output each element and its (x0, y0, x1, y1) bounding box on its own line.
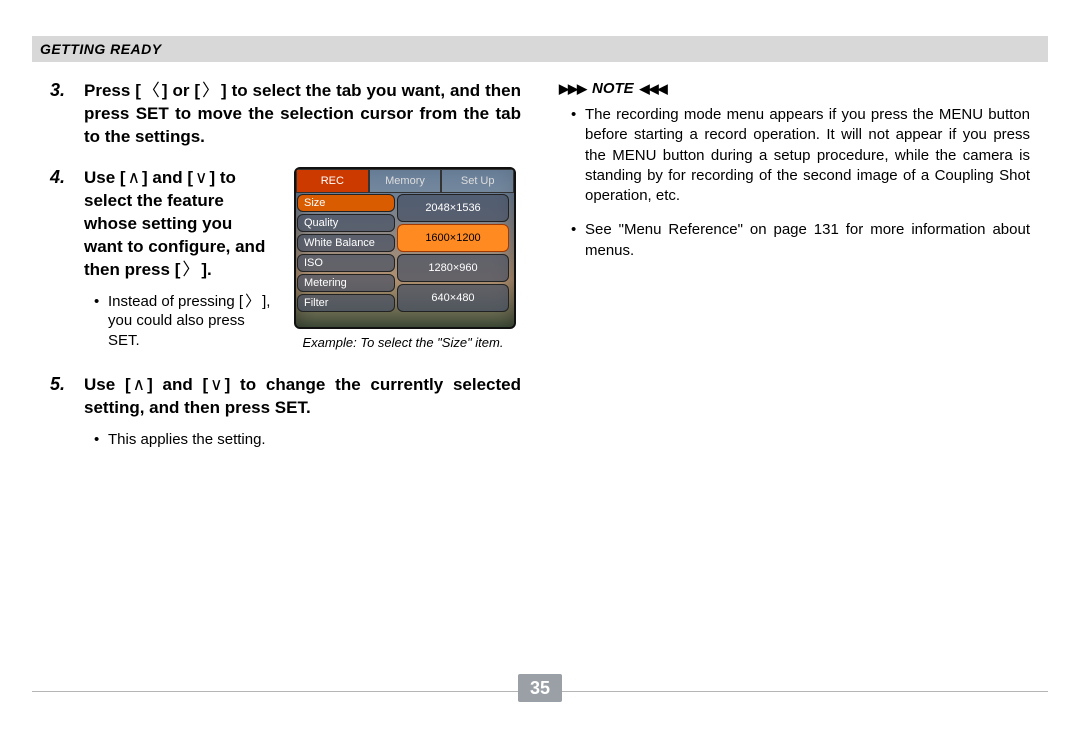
sub-item: This applies the setting. (98, 430, 521, 450)
note-item: The recording mode menu appears if you p… (575, 105, 1030, 206)
up-key-icon: ∧ (126, 167, 142, 190)
down-key-icon: ∨ (208, 374, 224, 397)
step-4: 4. Use [∧] and [∨] to select the feature… (50, 167, 521, 356)
step-number: 5. (50, 374, 65, 395)
step-text: Press [〈] or [〉] to select the tab you w… (84, 80, 521, 149)
lcd-menu-item: Quality (297, 214, 395, 232)
note-item: See "Menu Reference" on page 131 for mor… (575, 220, 1030, 261)
right-key-icon: 〉 (180, 259, 201, 282)
step-sub-list: This applies the setting. (84, 430, 521, 450)
lcd-value-item: 2048×1536 (397, 194, 509, 222)
lcd-menu-item: ISO (297, 254, 395, 272)
down-key-icon: ∨ (193, 167, 209, 190)
lcd-menu-item: Size (297, 194, 395, 212)
figure-caption: Example: To select the "Size" item. (294, 335, 512, 350)
page-number: 35 (530, 678, 550, 699)
step-text: Use [∧] and [∨] to select the feature wh… (84, 167, 274, 282)
note-label: NOTE (592, 80, 634, 97)
step-text: Use [∧] and [∨] to change the currently … (84, 374, 521, 420)
section-header-bar: GETTING READY (32, 36, 1048, 62)
right-key-icon: 〉 (200, 80, 221, 103)
step-number: 4. (50, 167, 65, 188)
lcd-menu-left: Size Quality White Balance ISO Metering … (296, 193, 396, 313)
lcd-tabs: REC Memory Set Up (296, 169, 514, 193)
left-key-icon: 〈 (141, 80, 162, 103)
step-number: 3. (50, 80, 65, 101)
section-title: GETTING READY (40, 41, 162, 57)
lcd-tab: Set Up (441, 169, 514, 193)
camera-lcd-figure: REC Memory Set Up Size Quality White Bal… (294, 167, 516, 329)
note-arrows-icon: ▶▶▶ (559, 81, 586, 97)
step-3: 3. Press [〈] or [〉] to select the tab yo… (50, 80, 521, 149)
manual-page: GETTING READY 3. Press [〈] or [〉] to sel… (0, 0, 1080, 730)
lcd-menu-item: Filter (297, 294, 395, 312)
note-heading: ▶▶▶ NOTE ◀◀◀ (559, 80, 1030, 97)
page-number-badge: 35 (518, 674, 562, 702)
lcd-tab: REC (296, 169, 369, 193)
right-key-icon: 〉 (243, 292, 262, 312)
lcd-menu-item: White Balance (297, 234, 395, 252)
step-sub-list: Instead of pressing [〉], you could also … (84, 292, 274, 351)
steps-list: 3. Press [〈] or [〉] to select the tab yo… (50, 80, 521, 449)
lcd-value-item: 640×480 (397, 284, 509, 312)
lcd-value-item: 1280×960 (397, 254, 509, 282)
note-arrows-icon: ◀◀◀ (640, 81, 667, 97)
sub-item: Instead of pressing [〉], you could also … (98, 292, 274, 351)
lcd-menu-item: Metering (297, 274, 395, 292)
up-key-icon: ∧ (131, 374, 147, 397)
lcd-tab: Memory (369, 169, 442, 193)
lcd-value-item: 1600×1200 (397, 224, 509, 252)
left-column: 3. Press [〈] or [〉] to select the tab yo… (50, 80, 521, 467)
step-5: 5. Use [∧] and [∨] to change the current… (50, 374, 521, 449)
lcd-menu-right: 2048×1536 1600×1200 1280×960 640×480 (396, 193, 510, 313)
notes-list: The recording mode menu appears if you p… (559, 105, 1030, 261)
right-column: ▶▶▶ NOTE ◀◀◀ The recording mode menu app… (559, 80, 1030, 467)
content-columns: 3. Press [〈] or [〉] to select the tab yo… (50, 80, 1030, 467)
